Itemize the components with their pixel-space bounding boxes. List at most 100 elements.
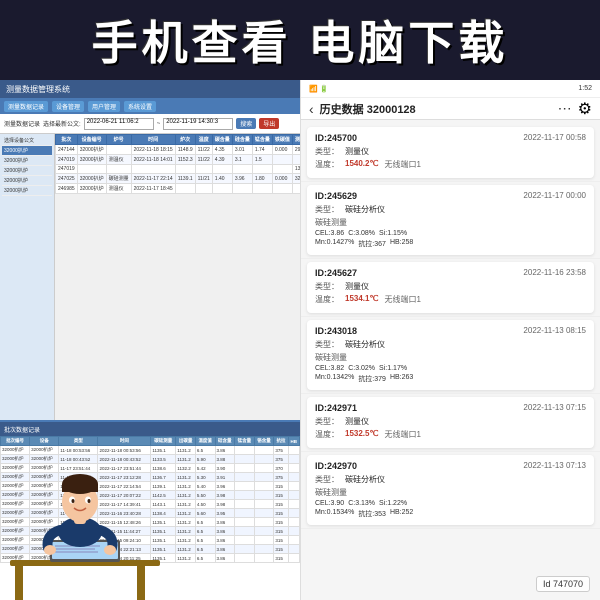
col-type: 炉号 xyxy=(106,135,131,145)
record-date: 2022-11-13 07:15 xyxy=(523,403,586,413)
sidebar-item-4[interactable]: 32000扒炉 xyxy=(2,186,52,196)
record-detail-item: HB:263 xyxy=(390,374,413,384)
top-banner: 手机查看 电脑下载 xyxy=(0,0,600,80)
sidebar-item-0[interactable]: 32000扒炉 xyxy=(2,146,52,156)
record-type-value: 碳硅分析仪 xyxy=(345,474,385,485)
record-type-row: 类型：测量仪 xyxy=(315,416,586,427)
search-button[interactable]: 搜索 xyxy=(236,118,256,129)
id-badge: Id 747070 xyxy=(536,576,590,592)
record-detail-item: Mn:0.1427% xyxy=(315,239,354,249)
record-temp-row: 温度：1532.5℃无线端口1 xyxy=(315,429,586,440)
back-button[interactable]: ‹ xyxy=(309,101,314,117)
sidebar-item-2[interactable]: 32000扒炉 xyxy=(2,166,52,176)
phone-nav-title: 历史数据 32000128 xyxy=(320,101,552,117)
record-detail-item: HB:258 xyxy=(390,239,413,249)
record-port: 无线端口1 xyxy=(384,159,420,170)
card-divider xyxy=(301,528,600,529)
table-row: 247144 32000扒炉 2022-11-18 18:15 1148.9 1… xyxy=(56,145,301,155)
phone-content[interactable]: ID:2457002022-11-17 00:58类型：测量仪温度：1540.2… xyxy=(301,120,600,600)
record-detail-row2: Mn:0.1534% 抗拉:353 HB:252 xyxy=(315,509,586,519)
record-detail-header: 碳硅测量 xyxy=(315,352,586,363)
record-type-value: 碳硅分析仪 xyxy=(345,204,385,215)
record-detail-item: Mn:0.1534% xyxy=(315,509,354,519)
record-detail-row1: CEL:3.90C:3.13%Si:1.22% xyxy=(315,500,586,507)
date-end-input[interactable]: 2022-11-19 14:30:3 xyxy=(163,118,233,130)
card-divider xyxy=(301,316,600,317)
record-type-row: 类型：测量仪 xyxy=(315,146,586,157)
record-temp-row: 温度：1534.1℃无线端口1 xyxy=(315,294,586,305)
record-card[interactable]: ID:2456292022-11-17 00:00类型：碳硅分析仪碳硅测量CEL… xyxy=(307,185,594,255)
col-c: 炉次 xyxy=(175,135,195,145)
col-fe: 锰含量 xyxy=(252,135,272,145)
record-detail-item: C:3.02% xyxy=(348,365,375,372)
desktop-nav: 测量数据记录 设备管理 用户管理 系统设置 xyxy=(0,98,300,114)
record-detail-item: CEL:3.86 xyxy=(315,230,344,237)
record-temp-label: 温度： xyxy=(315,159,339,170)
record-detail-item: 抗拉:353 xyxy=(358,509,386,519)
record-detail-item: 抗拉:379 xyxy=(358,374,386,384)
record-temp-value: 1532.5℃ xyxy=(345,429,378,440)
record-card[interactable]: ID:2456272022-11-16 23:58类型：测量仪温度：1534.1… xyxy=(307,262,594,313)
record-id: ID:243018 xyxy=(315,326,357,336)
desktop-toolbar: 测量数据记录 选择最新公文: 2022-06-21 11:06:2 ~ 2022… xyxy=(0,114,300,134)
record-date: 2022-11-13 07:13 xyxy=(523,461,586,471)
col-mn: 硅含量 xyxy=(232,135,252,145)
record-date: 2022-11-16 23:58 xyxy=(523,268,586,278)
record-detail-row2: Mn:0.1342%抗拉:379HB:263 xyxy=(315,374,586,384)
record-type-label: 类型： xyxy=(315,416,339,427)
record-detail-row2: Mn:0.1427%抗拉:367HB:258 xyxy=(315,239,586,249)
export-button[interactable]: 导出 xyxy=(259,118,279,129)
record-detail-item: CEL:3.82 xyxy=(315,365,344,372)
desktop-header: 测量数据管理系统 xyxy=(0,80,300,98)
nav-item-0[interactable]: 测量数据记录 xyxy=(4,101,48,112)
record-temp-value: 1540.2℃ xyxy=(345,159,378,170)
date-to-label: ~ xyxy=(157,121,161,127)
record-type-label: 类型： xyxy=(315,204,339,215)
bottom-table-header: 批次数据记录 xyxy=(0,422,300,436)
record-temp-value: 1534.1℃ xyxy=(345,294,378,305)
settings-button[interactable]: ⚙ xyxy=(578,99,592,119)
nav-item-3[interactable]: 系统设置 xyxy=(124,101,156,112)
sidebar-item-1[interactable]: 32000扒炉 xyxy=(2,156,52,166)
record-id: ID:245629 xyxy=(315,191,357,201)
record-detail-header: 碳硅测量 xyxy=(315,487,586,498)
col-kl: 铁碳值 xyxy=(272,135,292,145)
record-detail-item: C:3.08% xyxy=(348,230,375,237)
record-type-row: 类型：测量仪 xyxy=(315,281,586,292)
record-id: ID:245700 xyxy=(315,133,357,143)
nav-item-1[interactable]: 设备管理 xyxy=(52,101,84,112)
phone-nav-bar: ‹ 历史数据 32000128 ⋯ ⚙ xyxy=(301,98,600,120)
record-card[interactable]: ID:245700 2022-11-17 00:58 类型：测量仪温度： 1540.2… xyxy=(307,127,594,178)
record-card[interactable]: ID:2429702022-11-13 07:13类型：碳硅分析仪碳硅测量CEL… xyxy=(307,455,594,525)
sidebar-label: 选择设备公文 xyxy=(2,136,52,146)
date-start-input[interactable]: 2022-06-21 11:06:2 xyxy=(84,118,154,130)
toolbar-label: 测量数据记录 xyxy=(4,119,40,128)
record-id: ID:245627 xyxy=(315,268,357,278)
person-icon xyxy=(0,440,160,600)
col-si: 碳含量 xyxy=(212,135,232,145)
record-type-value: 碳硅分析仪 xyxy=(345,339,385,350)
record-date: 2022-11-13 08:15 xyxy=(523,326,586,336)
record-detail-item: Si:1.17% xyxy=(379,365,407,372)
person-overlay xyxy=(0,440,160,600)
record-port: 无线端口1 xyxy=(384,294,420,305)
sidebar-list: 选择设备公文 32000扒炉 32000扒炉 32000扒炉 32000扒炉 3… xyxy=(0,134,55,420)
card-divider xyxy=(301,181,600,182)
col-temp: 温度 xyxy=(195,135,212,145)
table-row: 247025 32000扒炉 碳硅测量 2022-11-17 22:14 113… xyxy=(56,174,301,184)
nav-item-2[interactable]: 用户管理 xyxy=(88,101,120,112)
more-button[interactable]: ⋯ xyxy=(558,100,572,117)
table-area: 选择设备公文 32000扒炉 32000扒炉 32000扒炉 32000扒炉 3… xyxy=(0,134,300,420)
record-date: 2022-11-17 00:58 xyxy=(523,133,586,143)
table-row: 247019 1397.8 xyxy=(56,165,301,174)
record-port: 无线端口1 xyxy=(384,429,420,440)
record-id: ID:242970 xyxy=(315,461,357,471)
record-type-value: 测量仪 xyxy=(345,281,369,292)
record-detail-item: Si:1.22% xyxy=(379,500,407,507)
desktop-header-title: 测量数据管理系统 xyxy=(6,84,70,95)
record-card[interactable]: ID:2429712022-11-13 07:15类型：测量仪温度：1532.5… xyxy=(307,397,594,448)
record-detail-header: 碳硅测量 xyxy=(315,217,586,228)
record-detail-item: HB:252 xyxy=(390,509,413,519)
sidebar-item-3[interactable]: 32000扒炉 xyxy=(2,176,52,186)
record-card[interactable]: ID:2430182022-11-13 08:15类型：碳硅分析仪碳硅测量CEL… xyxy=(307,320,594,390)
